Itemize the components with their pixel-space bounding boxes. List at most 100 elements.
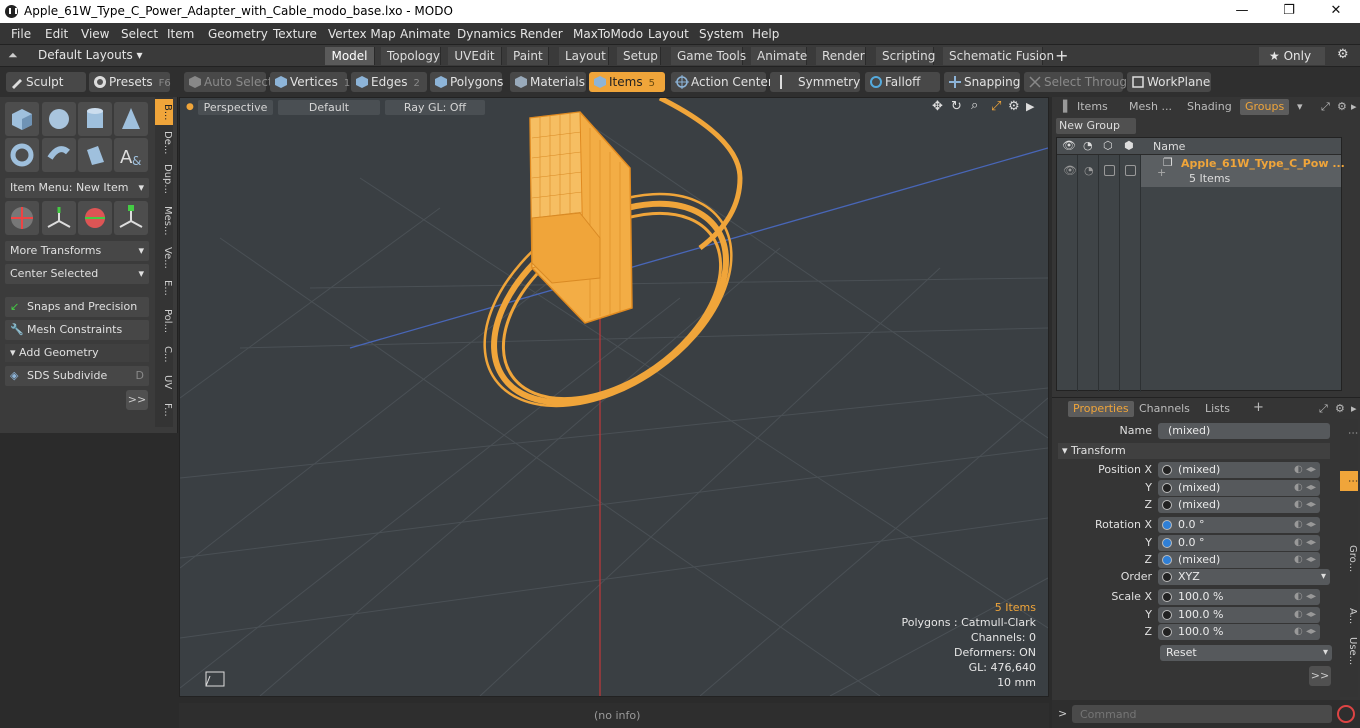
snapping-button[interactable]: Snapping	[944, 72, 1020, 92]
falloff-button[interactable]: Falloff	[865, 72, 940, 92]
select-through-button[interactable]: Select Through	[1024, 72, 1135, 92]
order-dropdown[interactable]: XYZ ▾	[1158, 569, 1330, 585]
position-z-field[interactable]: (mixed) ◐ ◂▸	[1158, 497, 1320, 513]
menu-item[interactable]: Item	[167, 27, 194, 41]
menu-vertex-map[interactable]: Vertex Map	[328, 27, 396, 41]
expand-button[interactable]: >>	[126, 390, 148, 410]
side-tab-user[interactable]: Use...	[1340, 633, 1358, 669]
tab-shading[interactable]: Shading	[1182, 99, 1237, 115]
rotation-x-field[interactable]: 0.0 ° ◐ ◂▸	[1158, 517, 1320, 533]
axis-tool[interactable]	[42, 201, 76, 235]
row-render-icon[interactable]: ◔	[1084, 164, 1094, 177]
side-tab-active[interactable]: ⋮	[1340, 471, 1358, 491]
polygons-button[interactable]: Polygons	[430, 72, 503, 92]
tab-uvedit[interactable]: UVEdit	[448, 47, 502, 65]
tab-scripting[interactable]: Scripting	[876, 47, 935, 65]
pen-tool[interactable]	[78, 138, 112, 172]
eye-icon[interactable]: 👁	[1062, 139, 1076, 152]
row-select-checkbox[interactable]	[1125, 165, 1136, 176]
close-button[interactable]: ✕	[1321, 1, 1351, 21]
tab-items[interactable]: Items	[1072, 99, 1113, 115]
viewport-settings-icon[interactable]: ⚙	[1008, 99, 1020, 114]
pan-icon[interactable]: ✥	[932, 99, 943, 114]
tab-dropdown-icon[interactable]: ▾	[1292, 99, 1308, 115]
panel-arrow-icon[interactable]: ▸	[1346, 99, 1360, 115]
more-transforms-dropdown[interactable]: More Transforms ▾	[5, 241, 149, 261]
symmetry-button[interactable]: Symmetry	[770, 72, 860, 92]
presets-button[interactable]: Presets F6	[89, 72, 171, 92]
edges-button[interactable]: Edges 2	[351, 72, 427, 92]
side-tab-assembly[interactable]: A...	[1340, 605, 1358, 627]
side-tab-uv[interactable]: UV	[155, 371, 173, 393]
item-menu-dropdown[interactable]: Item Menu: New Item ▾	[5, 178, 149, 198]
sphere-tool[interactable]	[42, 102, 76, 136]
side-tab-edge[interactable]: E...	[155, 277, 173, 299]
menu-help[interactable]: Help	[752, 27, 779, 41]
torus-tool[interactable]	[5, 138, 39, 172]
menu-select[interactable]: Select	[121, 27, 158, 41]
shading-dropdown[interactable]: Default	[278, 100, 380, 115]
mesh-constraints-button[interactable]: 🔧 Mesh Constraints	[5, 320, 149, 340]
rotation-y-field[interactable]: 0.0 ° ◐ ◂▸	[1158, 535, 1320, 551]
transform-header[interactable]: ▾ Transform	[1058, 443, 1330, 459]
cube-tool[interactable]	[5, 102, 39, 136]
snaps-precision-button[interactable]: ↙ Snaps and Precision	[5, 297, 149, 317]
menu-file[interactable]: File	[11, 27, 31, 41]
layouts-dropdown[interactable]: Default Layouts ▾	[38, 48, 143, 62]
new-group-button[interactable]: New Group	[1056, 118, 1136, 134]
menu-maxtomodo[interactable]: MaxToModo	[573, 27, 643, 41]
menu-view[interactable]: View	[81, 27, 109, 41]
side-tab-groups[interactable]: Gro...	[1340, 539, 1358, 579]
menu-render[interactable]: Render	[520, 27, 563, 41]
minimize-button[interactable]: —	[1227, 1, 1257, 21]
side-tab-deform[interactable]: De...	[155, 129, 173, 157]
items-button[interactable]: Items 5	[589, 72, 665, 92]
viewport-menu-icon[interactable]: ●	[186, 102, 194, 112]
side-tab-basic[interactable]: B...	[155, 99, 173, 125]
cylinder-tool[interactable]	[78, 102, 112, 136]
position-x-field[interactable]: (mixed) ◐ ◂▸	[1158, 462, 1320, 478]
menu-texture[interactable]: Texture	[273, 27, 317, 41]
expand-button[interactable]: >>	[1309, 666, 1331, 686]
side-tab-vertex[interactable]: Ve...	[155, 245, 173, 271]
expand-plus-icon[interactable]: +	[1157, 166, 1166, 179]
menu-geometry[interactable]: Geometry	[208, 27, 268, 41]
side-tab-duplicate[interactable]: Dup...	[155, 161, 173, 197]
rotate-tool[interactable]	[78, 201, 112, 235]
command-input[interactable]	[1072, 705, 1332, 723]
menu-system[interactable]: System	[699, 27, 744, 41]
more-arrow-icon[interactable]: ▶	[1026, 100, 1034, 113]
maximize-button[interactable]: ❐	[1274, 1, 1304, 21]
zoom-icon[interactable]: ⌕	[971, 98, 978, 113]
fit-view-icon[interactable]: ⤢	[991, 99, 1001, 114]
menu-layout[interactable]: Layout	[648, 27, 689, 41]
raygl-toggle[interactable]: Ray GL: Off	[385, 100, 485, 115]
tab-mesh[interactable]: Mesh ...	[1124, 99, 1177, 115]
reset-dropdown[interactable]: Reset ▾	[1160, 645, 1332, 661]
tab-layout[interactable]: Layout	[559, 47, 609, 65]
add-tab-button[interactable]: +	[1055, 46, 1068, 65]
panel-arrow-icon[interactable]: ▸	[1346, 401, 1360, 417]
move-tool[interactable]	[5, 201, 39, 235]
perspective-dropdown[interactable]: Perspective	[198, 100, 273, 115]
side-tab-mesh[interactable]: Mes...	[155, 203, 173, 239]
tab-properties[interactable]: Properties	[1068, 401, 1134, 417]
vertices-button[interactable]: Vertices 1	[270, 72, 350, 92]
tab-game-tools[interactable]: Game Tools	[671, 47, 746, 65]
auto-select-button[interactable]: Auto Select	[184, 72, 273, 92]
name-field[interactable]: (mixed)	[1158, 423, 1330, 439]
center-selected-dropdown[interactable]: Center Selected ▾	[5, 264, 149, 284]
row-visibility-icon[interactable]: 👁	[1063, 164, 1077, 177]
materials-button[interactable]: Materials	[510, 72, 586, 92]
3d-viewport[interactable]: ● Perspective Default Ray GL: Off ✥ ↻ ⌕ …	[179, 97, 1049, 697]
render-icon[interactable]: ◔	[1083, 139, 1093, 152]
menu-animate[interactable]: Animate	[400, 27, 450, 41]
collapse-arrow-icon[interactable]: ⏶	[8, 48, 18, 63]
menu-dynamics[interactable]: Dynamics	[457, 27, 516, 41]
sculpt-button[interactable]: Sculpt	[6, 72, 86, 92]
tab-schematic-fusion[interactable]: Schematic Fusion	[943, 47, 1054, 65]
tab-topology[interactable]: Topology	[381, 47, 441, 65]
record-icon[interactable]	[1337, 705, 1355, 723]
row-lock-checkbox[interactable]	[1104, 165, 1115, 176]
group-row[interactable]: ❐ Apple_61W_Type_C_Pow ... 5 Items	[1141, 155, 1345, 187]
